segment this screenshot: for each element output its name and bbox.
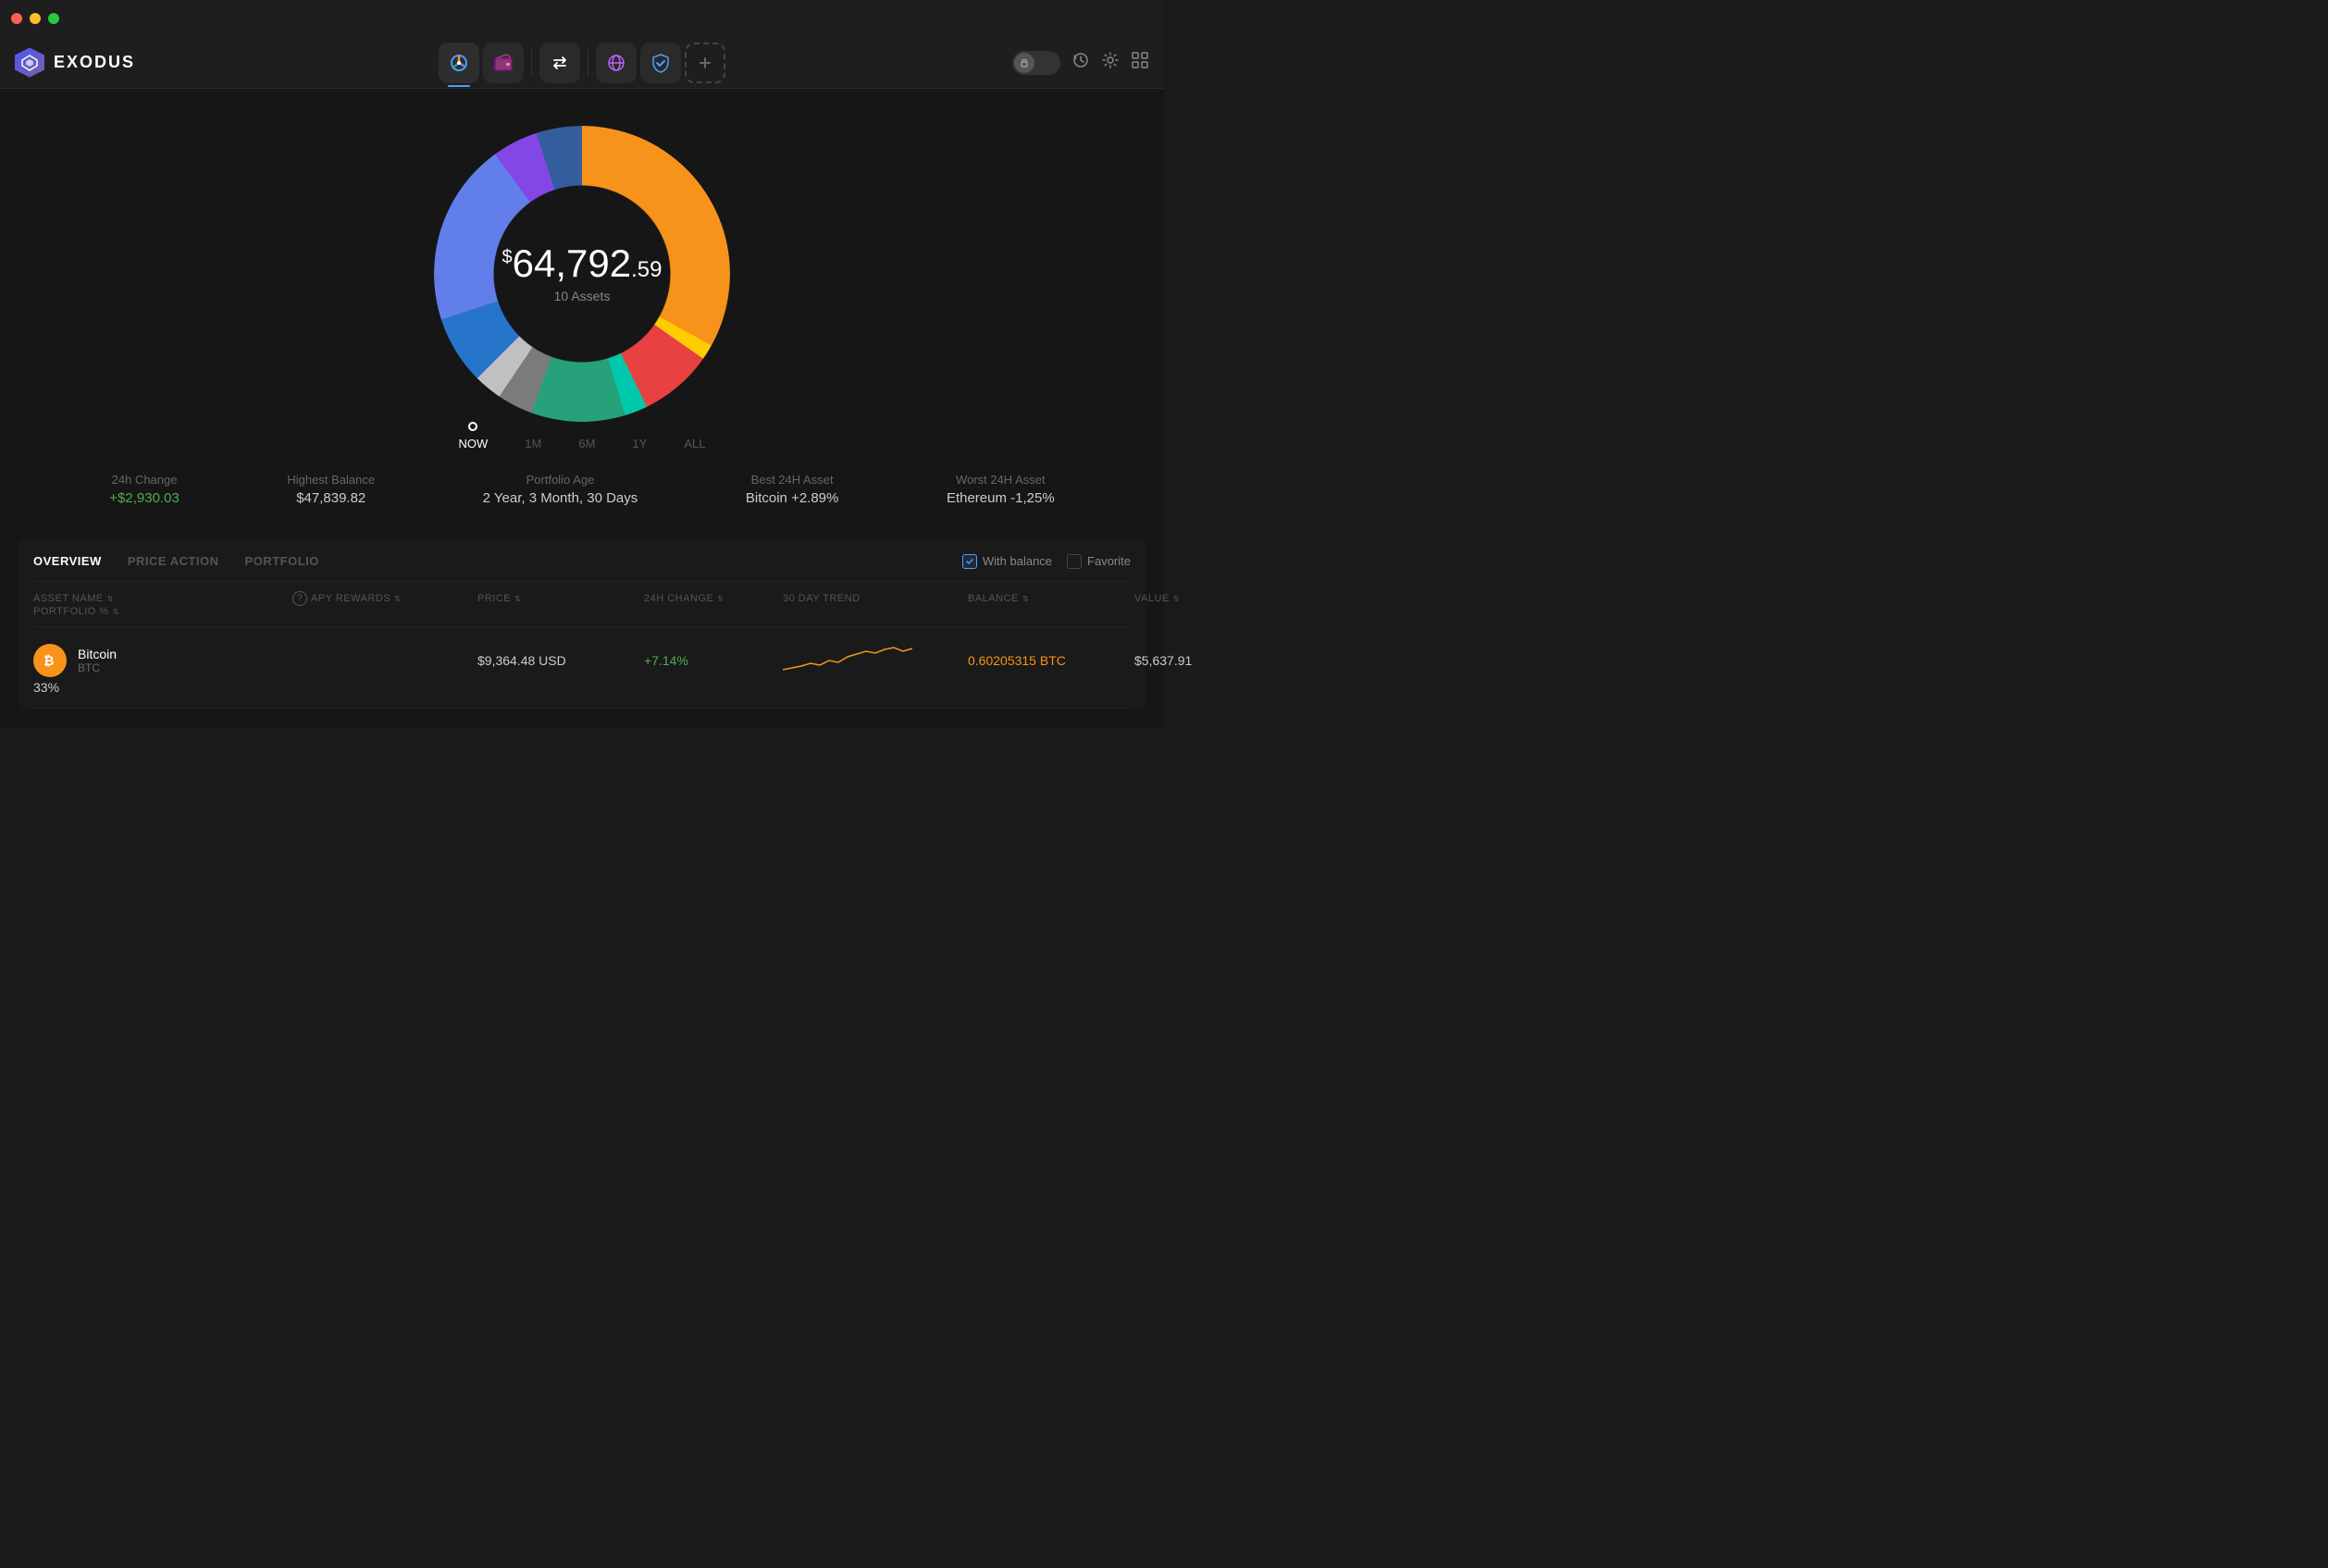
- table-filters: With balance Favorite: [962, 554, 1131, 569]
- main-content: $64,792.59 10 Assets NOW 1M 6M 1Y ALL: [0, 89, 1164, 727]
- nav-right-controls: [1001, 51, 1149, 75]
- th-value[interactable]: VALUE ⇅: [1134, 591, 1245, 606]
- stat-portfolio-age: Portfolio Age 2 Year, 3 Month, 30 Days: [483, 473, 638, 506]
- stat-24h-change-label: 24h Change: [109, 473, 180, 487]
- nav-security-button[interactable]: [640, 43, 681, 83]
- currency-symbol: $: [502, 247, 513, 267]
- titlebar: [0, 0, 1164, 37]
- nav-wallet-button[interactable]: [483, 43, 524, 83]
- th-portfolio-pct[interactable]: PORTFOLIO % ⇅: [33, 606, 292, 617]
- timeline-6m[interactable]: 6M: [578, 437, 595, 451]
- svg-text:₿: ₿: [43, 653, 54, 668]
- donut-chart: $64,792.59 10 Assets: [434, 126, 730, 422]
- bitcoin-name: Bitcoin: [78, 647, 117, 661]
- sort-asset-name-icon: ⇅: [107, 595, 115, 603]
- filter-with-balance[interactable]: With balance: [962, 554, 1052, 569]
- minimize-button[interactable]: [30, 13, 41, 24]
- logo-area: EXODUS: [15, 48, 163, 78]
- exodus-logo-icon: [15, 48, 44, 78]
- th-apy-rewards[interactable]: ? APY REWARDS ⇅: [292, 591, 477, 606]
- nav-exchange-button[interactable]: [539, 43, 580, 83]
- top-navigation: EXODUS: [0, 37, 1164, 89]
- portfolio-total: $64,792.59: [502, 244, 662, 283]
- sort-portfolio-icon: ⇅: [113, 608, 120, 616]
- th-price[interactable]: PRICE ⇅: [477, 591, 644, 606]
- asset-info-bitcoin: ₿ Bitcoin BTC: [33, 644, 292, 677]
- timeline-1m[interactable]: 1M: [525, 437, 541, 451]
- th-30day-trend: 30 DAY TREND: [783, 591, 968, 606]
- close-button[interactable]: [11, 13, 22, 24]
- tab-price-action[interactable]: PRICE ACTION: [128, 550, 219, 572]
- timeline-1y[interactable]: 1Y: [632, 437, 647, 451]
- stat-portfolio-age-value: 2 Year, 3 Month, 30 Days: [483, 490, 638, 506]
- with-balance-checkbox[interactable]: [962, 554, 977, 569]
- th-24h-change[interactable]: 24H CHANGE ⇅: [644, 591, 783, 606]
- table-header: ASSET NAME ⇅ ? APY REWARDS ⇅ PRICE ⇅ 24H…: [33, 582, 1131, 627]
- filter-favorite[interactable]: Favorite: [1067, 554, 1131, 569]
- stat-best-asset-label: Best 24H Asset: [746, 473, 838, 487]
- table-tabs-row: OVERVIEW PRICE ACTION PORTFOLIO With bal…: [33, 537, 1131, 582]
- lock-knob: [1014, 53, 1034, 73]
- history-button[interactable]: [1071, 51, 1090, 74]
- settings-button[interactable]: [1101, 51, 1120, 74]
- timeline-all[interactable]: ALL: [684, 437, 705, 451]
- favorite-label: Favorite: [1087, 554, 1131, 568]
- bitcoin-change-24h: +7.14%: [644, 653, 783, 668]
- lock-toggle[interactable]: [1012, 51, 1060, 75]
- nav-web3-button[interactable]: [596, 43, 637, 83]
- bitcoin-balance: 0.60205315 BTC: [968, 653, 1134, 668]
- stat-24h-change: 24h Change +$2,930.03: [109, 473, 180, 506]
- apy-help-icon[interactable]: ?: [292, 591, 307, 606]
- sort-price-icon: ⇅: [514, 595, 522, 603]
- sort-balance-icon: ⇅: [1022, 595, 1030, 603]
- stat-worst-asset-label: Worst 24H Asset: [947, 473, 1055, 487]
- sort-24h-icon: ⇅: [717, 595, 724, 603]
- th-balance[interactable]: BALANCE ⇅: [968, 591, 1134, 606]
- stat-worst-asset: Worst 24H Asset Ethereum -1,25%: [947, 473, 1055, 506]
- timeline: NOW 1M 6M 1Y ALL: [440, 437, 724, 451]
- bitcoin-symbol: BTC: [78, 661, 117, 674]
- nav-portfolio-button[interactable]: [439, 43, 479, 83]
- logo-text: EXODUS: [54, 53, 135, 72]
- stats-row: 24h Change +$2,930.03 Highest Balance $4…: [19, 473, 1145, 506]
- stat-portfolio-age-label: Portfolio Age: [483, 473, 638, 487]
- nav-add-button[interactable]: [685, 43, 725, 83]
- donut-center: $64,792.59 10 Assets: [502, 244, 662, 303]
- bitcoin-sparkline: [783, 640, 968, 680]
- nav-divider: [531, 49, 532, 77]
- table-row[interactable]: ₿ Bitcoin BTC $9,364.48 USD +7.14% 0.602…: [33, 627, 1131, 709]
- apps-button[interactable]: [1131, 51, 1149, 74]
- stat-highest-balance: Highest Balance $47,839.82: [287, 473, 375, 506]
- bitcoin-icon: ₿: [33, 644, 67, 677]
- maximize-button[interactable]: [48, 13, 59, 24]
- portfolio-section: $64,792.59 10 Assets NOW 1M 6M 1Y ALL: [19, 107, 1145, 515]
- tab-portfolio[interactable]: PORTFOLIO: [245, 550, 319, 572]
- nav-tabs: [163, 43, 1001, 83]
- stat-24h-change-value: +$2,930.03: [109, 490, 180, 506]
- stat-worst-asset-value: Ethereum -1,25%: [947, 490, 1055, 506]
- bitcoin-portfolio-pct: 33%: [33, 680, 292, 695]
- favorite-checkbox[interactable]: [1067, 554, 1082, 569]
- stat-highest-balance-label: Highest Balance: [287, 473, 375, 487]
- sort-apy-icon: ⇅: [394, 595, 402, 603]
- stat-highest-balance-value: $47,839.82: [287, 490, 375, 506]
- asset-table-section: OVERVIEW PRICE ACTION PORTFOLIO With bal…: [19, 537, 1145, 709]
- tab-overview[interactable]: OVERVIEW: [33, 550, 102, 572]
- timeline-now[interactable]: NOW: [459, 437, 489, 451]
- bitcoin-value: $5,637.91: [1134, 653, 1245, 668]
- stat-best-asset: Best 24H Asset Bitcoin +2.89%: [746, 473, 838, 506]
- sort-value-icon: ⇅: [1173, 595, 1181, 603]
- portfolio-asset-count: 10 Assets: [502, 289, 662, 303]
- with-balance-label: With balance: [983, 554, 1052, 568]
- bitcoin-price: $9,364.48 USD: [477, 653, 644, 668]
- stat-best-asset-value: Bitcoin +2.89%: [746, 490, 838, 506]
- th-asset-name[interactable]: ASSET NAME ⇅: [33, 591, 292, 606]
